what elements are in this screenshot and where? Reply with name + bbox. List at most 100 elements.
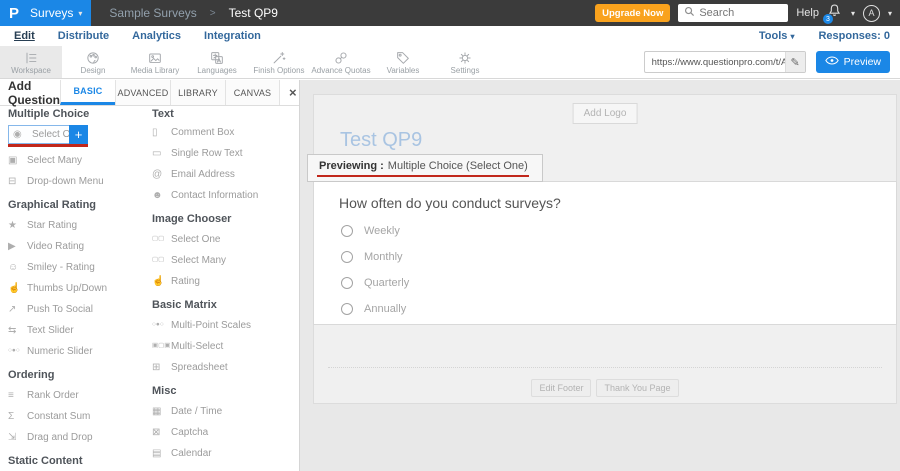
question-type-label: Select Many <box>27 155 82 166</box>
question-type-captcha[interactable]: ⊠Captcha <box>152 425 298 440</box>
breadcrumb-parent[interactable]: Sample Surveys <box>109 6 196 20</box>
question-type-drag-and-drop[interactable]: ⇲Drag and Drop <box>8 430 146 445</box>
search-box <box>678 4 788 22</box>
questionpro-logo[interactable]: P <box>9 6 19 21</box>
question-type-star-rating[interactable]: ★Star Rating <box>8 218 146 233</box>
text-slider-icon: ⇆ <box>8 326 27 336</box>
toolbar-item-media-library[interactable]: Media Library <box>124 46 186 78</box>
panel-title: Add Question <box>8 80 60 107</box>
question-type-select-one[interactable]: ▢▢Select One <box>152 232 298 247</box>
nav-tab-integration[interactable]: Integration <box>198 30 267 42</box>
panel-tab-canvas[interactable]: CANVAS <box>225 80 280 105</box>
toolbar-item-languages[interactable]: Languages <box>186 46 248 78</box>
question-type-video-rating[interactable]: ▶Video Rating <box>8 239 146 254</box>
panel-tabs: BASICADVANCEDLIBRARYCANVAS <box>60 80 280 105</box>
question-type-constant-sum[interactable]: ΣConstant Sum <box>8 409 146 424</box>
question-type-multi-point-scales[interactable]: ○●○Multi-Point Scales <box>152 318 298 333</box>
radio-button-icon[interactable] <box>341 251 353 263</box>
survey-url-field[interactable]: https://www.questionpro.com/t/APNrfZ ✎ <box>644 51 806 73</box>
question-type-single-row-text[interactable]: ▭Single Row Text <box>152 146 298 161</box>
toolbar-item-design[interactable]: Design <box>62 46 124 78</box>
question-type-drop-down-menu[interactable]: ⊟Drop-down Menu <box>8 174 146 189</box>
surveys-menu[interactable]: Surveys ▾ <box>30 6 82 20</box>
answer-option-quarterly[interactable]: Quarterly <box>341 276 896 289</box>
questionpro-app: P Surveys ▾ Sample Surveys > Test QP9 Up… <box>0 0 900 471</box>
radio-button-icon[interactable] <box>341 277 353 289</box>
panel-tab-basic[interactable]: BASIC <box>60 80 115 105</box>
question-type-push-to-social[interactable]: ↗Push To Social <box>8 302 146 317</box>
radio-button-icon[interactable] <box>341 225 353 237</box>
toolbar-item-variables[interactable]: Variables <box>372 46 434 78</box>
question-type-select-many[interactable]: ▣Select Many <box>8 153 146 168</box>
footer-buttons: Edit Footer Thank You Page <box>314 379 896 397</box>
question-type-date-time[interactable]: ▦Date / Time <box>152 404 298 419</box>
question-type-spreadsheet[interactable]: ⊞Spreadsheet <box>152 360 298 375</box>
upgrade-now-button[interactable]: Upgrade Now <box>595 4 670 22</box>
question-type-calendar[interactable]: ▤Calendar <box>152 446 298 461</box>
nav-tab-analytics[interactable]: Analytics <box>126 30 187 42</box>
answer-option-monthly[interactable]: Monthly <box>341 250 896 263</box>
captcha-icon: ⊠ <box>152 428 171 438</box>
drag-and-drop-icon: ⇲ <box>8 433 27 443</box>
star-rating-icon: ★ <box>8 221 27 231</box>
edit-url-icon[interactable]: ✎ <box>785 52 805 72</box>
question-type-label: Text Slider <box>27 325 74 336</box>
add-logo-button[interactable]: Add Logo <box>573 103 638 124</box>
toolbar-item-label: Finish Options <box>253 66 304 75</box>
survey-stage: Add Logo Test QP9 Previewing : Multiple … <box>300 80 900 471</box>
question-type-email-address[interactable]: @Email Address <box>152 167 298 182</box>
question-type-text-slider[interactable]: ⇆Text Slider <box>8 323 146 338</box>
comment-box-icon: ▯ <box>152 128 171 138</box>
question-type-select-one[interactable]: ◉Select One+ <box>8 125 88 144</box>
panel-header: Add Question BASICADVANCEDLIBRARYCANVAS … <box>0 80 299 106</box>
nav-tab-edit[interactable]: Edit <box>8 30 41 42</box>
smiley-rating-icon: ☺ <box>8 263 27 273</box>
question-type-multi-select[interactable]: ▣▢▣Multi-Select <box>152 339 298 354</box>
question-type-select-many[interactable]: ▢▢Select Many <box>152 253 298 268</box>
question-type-comment-box[interactable]: ▯Comment Box <box>152 125 298 140</box>
settings-icon <box>457 50 473 66</box>
panel-tab-advanced[interactable]: ADVANCED <box>115 80 170 105</box>
avatar[interactable]: A <box>863 5 880 22</box>
question-type-thumbs-up-down[interactable]: ☝Thumbs Up/Down <box>8 281 146 296</box>
panel-tab-library[interactable]: LIBRARY <box>170 80 225 105</box>
toolbar-item-finish-options[interactable]: Finish Options <box>248 46 310 78</box>
toolbar-item-advance-quotas[interactable]: Advance Quotas <box>310 46 372 78</box>
advance-quotas-icon <box>333 50 349 66</box>
thank-you-page-button[interactable]: Thank You Page <box>596 379 678 397</box>
question-type-smiley-rating[interactable]: ☺Smiley - Rating <box>8 260 146 275</box>
toolbar-right: https://www.questionpro.com/t/APNrfZ ✎ P… <box>644 46 900 78</box>
answer-option-annually[interactable]: Annually <box>341 302 896 315</box>
previewing-label: Previewing : <box>319 160 384 172</box>
question-type-label: Select Many <box>171 255 226 266</box>
responses-count[interactable]: Responses: 0 <box>818 30 890 42</box>
add-question-plus-button[interactable]: + <box>69 125 88 144</box>
answer-option-weekly[interactable]: Weekly <box>341 224 896 237</box>
question-type-label: Spreadsheet <box>171 362 228 373</box>
question-type-numeric-slider[interactable]: ○●○Numeric Slider <box>8 344 146 359</box>
search-input[interactable] <box>699 7 781 19</box>
tools-menu[interactable]: Tools ▾ <box>759 30 795 42</box>
edit-footer-button[interactable]: Edit Footer <box>531 379 591 397</box>
content-area: Add Question BASICADVANCEDLIBRARYCANVAS … <box>0 80 900 471</box>
question-type-rating[interactable]: ☝Rating <box>152 274 298 289</box>
select-many-icon: ▢▢ <box>152 257 171 264</box>
notifications-button[interactable]: 3 <box>827 5 843 21</box>
close-panel-icon[interactable]: × <box>280 85 300 100</box>
surveys-menu-label: Surveys <box>30 6 73 20</box>
toolbar-item-workspace[interactable]: Workspace <box>0 46 62 78</box>
preview-button[interactable]: Preview <box>816 51 890 73</box>
question-type-rank-order[interactable]: ≡Rank Order <box>8 388 146 403</box>
preview-button-label: Preview <box>844 56 881 68</box>
design-icon <box>85 50 101 66</box>
question-type-contact-information[interactable]: ☻Contact Information <box>152 188 298 203</box>
toolbar-item-settings[interactable]: Settings <box>434 46 496 78</box>
nav-tab-distribute[interactable]: Distribute <box>52 30 115 42</box>
search-icon <box>684 4 695 22</box>
toolbar-item-label: Variables <box>387 66 420 75</box>
media-library-icon <box>147 50 163 66</box>
radio-button-icon[interactable] <box>341 303 353 315</box>
toolbar-item-label: Media Library <box>131 66 179 75</box>
red-underline <box>317 175 529 178</box>
help-link[interactable]: Help <box>796 7 819 19</box>
